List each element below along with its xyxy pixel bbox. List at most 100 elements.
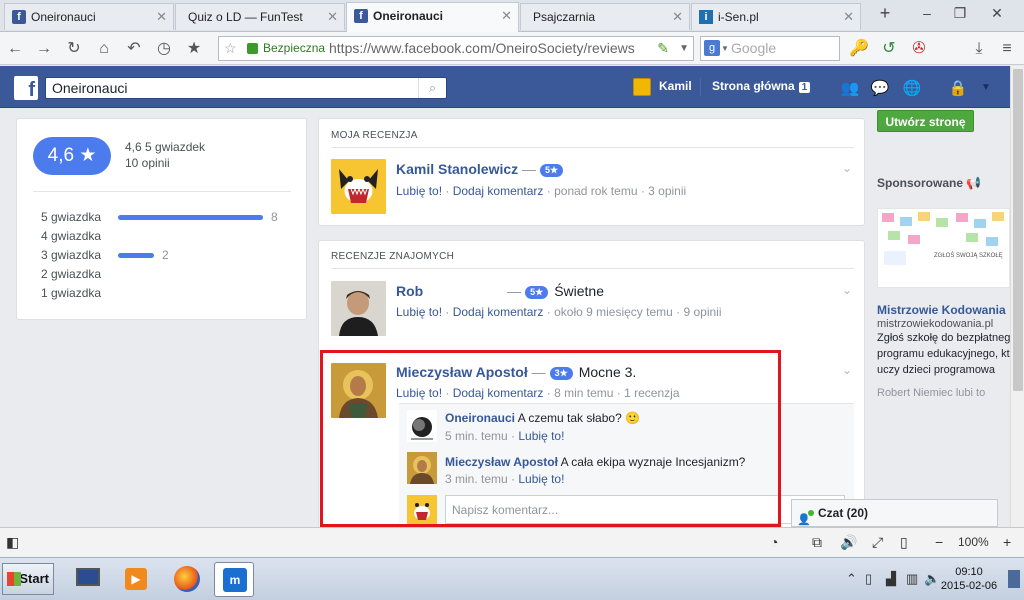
start-button[interactable]: Start [2, 563, 54, 595]
home-link[interactable]: Strona główna 1 [712, 79, 811, 93]
add-comment-link[interactable]: Dodaj komentarz [453, 184, 544, 198]
screenshot-icon[interactable]: ⧉ [812, 534, 822, 551]
reviewer-name-text: Kamil Stanolewicz [396, 161, 519, 177]
chevron-down-icon[interactable]: ⌄ [842, 161, 852, 175]
favorite-star-icon[interactable]: ☆ [224, 37, 237, 60]
close-window-button[interactable]: ✕ [982, 2, 1012, 24]
refresh-extension-icon[interactable]: ↺ [878, 38, 900, 60]
avatar[interactable] [331, 281, 386, 336]
lock-icon [247, 43, 258, 54]
rating-count-3: 2 [162, 248, 169, 262]
reviewer-name[interactable]: Rob —5★ Świetne [396, 283, 604, 299]
tab-title: Oneironauci [31, 10, 96, 24]
rating-row-label[interactable]: 2 gwiazdka [41, 267, 101, 281]
chevron-down-icon[interactable]: ▼ [976, 82, 996, 100]
minimize-button[interactable]: – [912, 2, 942, 24]
sidebar-toggle-icon[interactable]: ◧ [6, 534, 19, 551]
separator: · [442, 305, 453, 319]
extension-icon[interactable]: ✎ [657, 37, 669, 60]
search-icon[interactable]: ⌕ [418, 78, 446, 98]
tab-isen[interactable]: i i-Sen.pl ✕ [691, 3, 861, 30]
show-hidden-icons-icon[interactable]: ⌃ [846, 571, 857, 587]
battery-icon[interactable]: ▯ [865, 571, 872, 587]
globe-icon[interactable]: 🌐 [902, 79, 922, 97]
back-icon[interactable]: ← [4, 38, 26, 60]
address-bar[interactable]: ☆ Bezpieczna https://www.facebook.com/On… [218, 36, 694, 61]
scrollbar-thumb[interactable] [1013, 69, 1023, 391]
review-count: 10 opinii [125, 156, 170, 170]
reviewer-name[interactable]: Kamil Stanolewicz —5★ [396, 161, 564, 177]
chevron-down-icon[interactable]: ▼ [679, 37, 689, 60]
friends-icon[interactable]: 👥 [840, 79, 860, 97]
bookmark-star-icon[interactable]: ★ [183, 38, 205, 60]
key-icon[interactable]: 🔑 [848, 38, 870, 60]
close-icon[interactable]: ✕ [843, 4, 854, 30]
windows-logo-icon [7, 572, 21, 586]
privacy-icon[interactable]: 🔒 [948, 79, 968, 97]
network-icon[interactable]: ▥ [906, 571, 918, 587]
undo-icon[interactable]: ↶ [123, 38, 145, 60]
like-link[interactable]: Lubię to! [396, 305, 442, 319]
media-player-icon[interactable]: ▶ [116, 562, 156, 597]
zoom-level[interactable]: 100% [958, 535, 989, 549]
facebook-logo[interactable]: f [14, 76, 38, 101]
close-icon[interactable]: ✕ [327, 4, 338, 30]
tab-oneironauci-1[interactable]: f Oneironauci ✕ [4, 3, 174, 30]
new-tab-button[interactable]: + [870, 2, 900, 24]
ad-url[interactable]: mistrzowiekodowania.pl [877, 318, 993, 330]
search-engine-box[interactable]: g ▼ Google [700, 36, 840, 61]
rating-bar-5 [118, 215, 263, 220]
close-icon[interactable]: ✕ [501, 3, 512, 29]
create-page-button[interactable]: Utwórz stronę [877, 110, 974, 132]
fullscreen-icon[interactable]: ⤢ [872, 534, 883, 551]
menu-icon[interactable]: ≡ [996, 38, 1018, 60]
restore-button[interactable]: ❐ [945, 2, 975, 24]
speed-icon[interactable]: ◔ [770, 534, 778, 550]
like-link[interactable]: Lubię to! [396, 184, 442, 198]
rating-row-label[interactable]: 3 gwiazdka [41, 248, 101, 262]
home-icon[interactable]: ⌂ [93, 38, 115, 60]
zoom-out-icon[interactable]: − [935, 534, 943, 550]
facebook-icon: f [12, 10, 26, 24]
show-desktop-icon[interactable] [1008, 570, 1020, 588]
profile-link[interactable]: Kamil [659, 79, 692, 93]
reload-icon[interactable]: ↻ [63, 38, 85, 60]
section-header: RECENZJE ZNAJOMYCH [331, 251, 455, 262]
zoom-in-icon[interactable]: + [1003, 534, 1011, 550]
computer-app-icon[interactable] [68, 562, 108, 597]
add-comment-link[interactable]: Dodaj komentarz [453, 305, 544, 319]
google-icon[interactable]: g [704, 40, 720, 56]
ad-image[interactable]: ZGŁOŚ SWOJĄ SZKOŁĘ [877, 208, 1010, 288]
tab-psajczarnia[interactable]: Psajczarnia ✕ [520, 3, 690, 30]
rating-row-label[interactable]: 4 gwiazdka [41, 229, 101, 243]
firefox-icon[interactable] [166, 562, 206, 597]
history-icon[interactable]: ◷ [153, 38, 175, 60]
system-clock[interactable]: 09:10 2015-02-06 [936, 565, 1002, 593]
chevron-down-icon[interactable]: ⌄ [842, 283, 852, 297]
forward-icon[interactable]: → [33, 38, 55, 60]
avatar[interactable] [633, 78, 651, 96]
page-scrollbar[interactable] [1010, 66, 1024, 527]
chevron-down-icon[interactable]: ⌄ [842, 363, 852, 377]
extension-red-icon[interactable]: ✇ [908, 38, 930, 60]
facebook-search-input[interactable]: Oneironauci ⌕ [45, 77, 447, 99]
avatar[interactable] [331, 159, 386, 214]
tab-oneironauci-active[interactable]: f Oneironauci ✕ [346, 2, 519, 32]
split-view-icon[interactable]: ▯ [900, 534, 908, 551]
volume-icon[interactable]: 🔊 [840, 534, 857, 551]
search-value: Oneironauci [52, 80, 128, 96]
tab-title: Psajczarnia [533, 10, 596, 24]
download-icon[interactable]: ⤓ [968, 38, 990, 60]
rating-row-label[interactable]: 1 gwiazdka [41, 286, 101, 300]
messages-icon[interactable]: 💬 [870, 79, 890, 97]
rating-row-label[interactable]: 5 gwiazdka [41, 210, 101, 224]
ad-title[interactable]: Mistrzowie Kodowania [877, 303, 1006, 317]
close-icon[interactable]: ✕ [672, 4, 683, 30]
close-icon[interactable]: ✕ [156, 4, 167, 30]
separator: · [442, 184, 453, 198]
chat-bar[interactable]: 👤 Czat (20) [791, 499, 998, 527]
tab-quiz[interactable]: Quiz o LD — FunTest ✕ [175, 3, 345, 30]
maxthon-browser-icon[interactable]: m [214, 562, 254, 597]
signal-icon[interactable]: ▟ [886, 571, 896, 587]
chevron-down-icon[interactable]: ▼ [721, 37, 729, 60]
